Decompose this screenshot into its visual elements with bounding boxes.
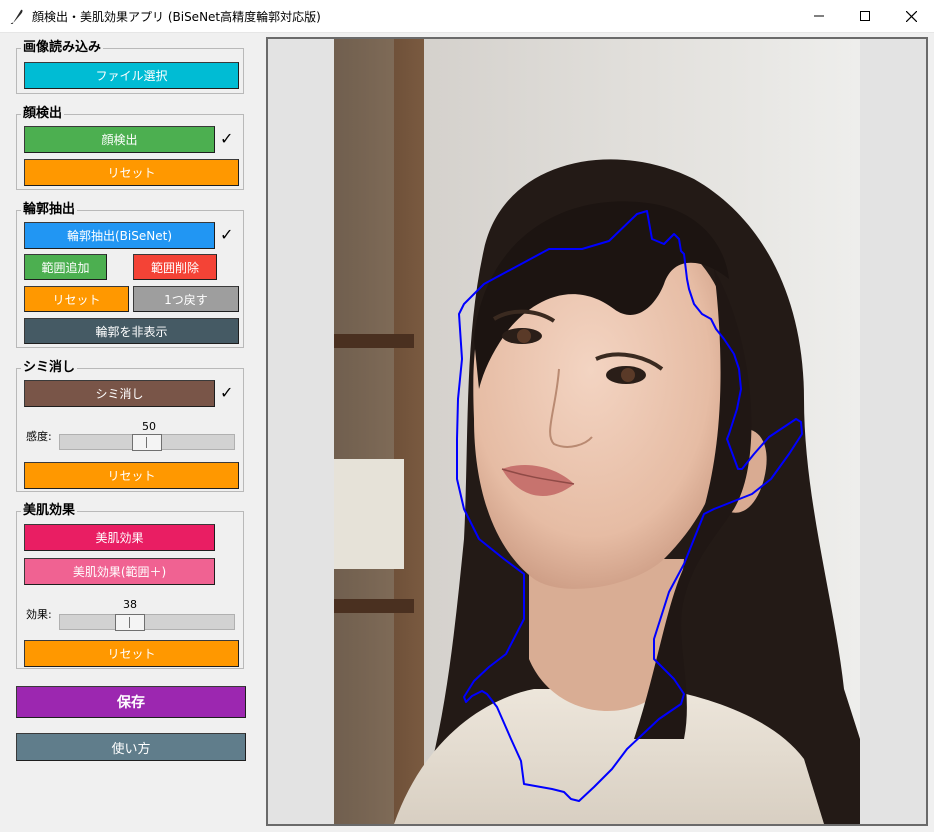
effect-label: 効果: — [26, 608, 52, 621]
contour-reset-button[interactable]: リセット — [24, 286, 129, 312]
save-button[interactable]: 保存 — [16, 686, 246, 718]
effect-slider-thumb[interactable] — [115, 614, 145, 631]
close-button[interactable] — [888, 0, 934, 32]
spot-remove-button[interactable]: シミ消し — [24, 380, 215, 407]
beauty-group: 美肌効果 美肌効果 美肌効果(範囲＋) 効果: 38 リセット — [16, 503, 244, 669]
load-group-label: 画像読み込み — [21, 40, 104, 56]
maximize-button[interactable] — [842, 0, 888, 32]
minimize-button[interactable] — [796, 0, 842, 32]
minimize-icon — [814, 15, 824, 17]
effect-slider[interactable] — [59, 614, 235, 631]
help-button[interactable]: 使い方 — [16, 733, 246, 761]
spot-reset-button[interactable]: リセット — [24, 462, 239, 489]
contour-group: 輪郭抽出 輪郭抽出(BiSeNet) ✓ 範囲追加 範囲削除 リセット 1つ戻す… — [16, 202, 244, 348]
sensitivity-slider[interactable] — [59, 434, 235, 451]
delete-range-button[interactable]: 範囲削除 — [133, 254, 217, 280]
portrait-photo — [334, 39, 860, 824]
spot-group: シミ消し シミ消し ✓ 感度: 50 リセット — [16, 360, 244, 492]
beauty-button[interactable]: 美肌効果 — [24, 524, 215, 551]
beauty-reset-button[interactable]: リセット — [24, 640, 239, 667]
beauty-range-button[interactable]: 美肌効果(範囲＋) — [24, 558, 215, 585]
detect-group: 顔検出 顔検出 ✓ リセット — [16, 106, 244, 190]
spot-group-label: シミ消し — [21, 360, 78, 376]
image-canvas[interactable] — [266, 37, 928, 826]
close-icon — [905, 10, 917, 22]
load-group: 画像読み込み ファイル選択 — [16, 40, 244, 94]
file-select-button[interactable]: ファイル選択 — [24, 62, 239, 89]
contour-group-label: 輪郭抽出 — [21, 202, 78, 218]
add-range-button[interactable]: 範囲追加 — [24, 254, 107, 280]
sensitivity-slider-thumb[interactable] — [132, 434, 162, 451]
effect-value: 38 — [123, 598, 137, 611]
detect-reset-button[interactable]: リセット — [24, 159, 239, 186]
contour-extract-button[interactable]: 輪郭抽出(BiSeNet) — [24, 222, 215, 249]
feather-icon — [10, 9, 23, 24]
hide-contour-button[interactable]: 輪郭を非表示 — [24, 318, 239, 344]
title-bar: 顔検出・美肌効果アプリ (BiSeNet高精度輪郭対応版) — [0, 0, 934, 33]
undo-button[interactable]: 1つ戻す — [133, 286, 239, 312]
detect-check-icon: ✓ — [220, 129, 234, 148]
sensitivity-label: 感度: — [26, 430, 52, 443]
face-detect-button[interactable]: 顔検出 — [24, 126, 215, 153]
sensitivity-value: 50 — [142, 420, 156, 433]
control-panel: 画像読み込み ファイル選択 顔検出 顔検出 ✓ リセット 輪郭抽出 輪郭抽出(B… — [0, 33, 262, 832]
spot-check-icon: ✓ — [220, 383, 234, 402]
detect-group-label: 顔検出 — [21, 106, 65, 122]
contour-check-icon: ✓ — [220, 225, 234, 244]
window-title: 顔検出・美肌効果アプリ (BiSeNet高精度輪郭対応版) — [32, 10, 321, 24]
maximize-icon — [860, 11, 870, 21]
beauty-group-label: 美肌効果 — [21, 503, 78, 519]
